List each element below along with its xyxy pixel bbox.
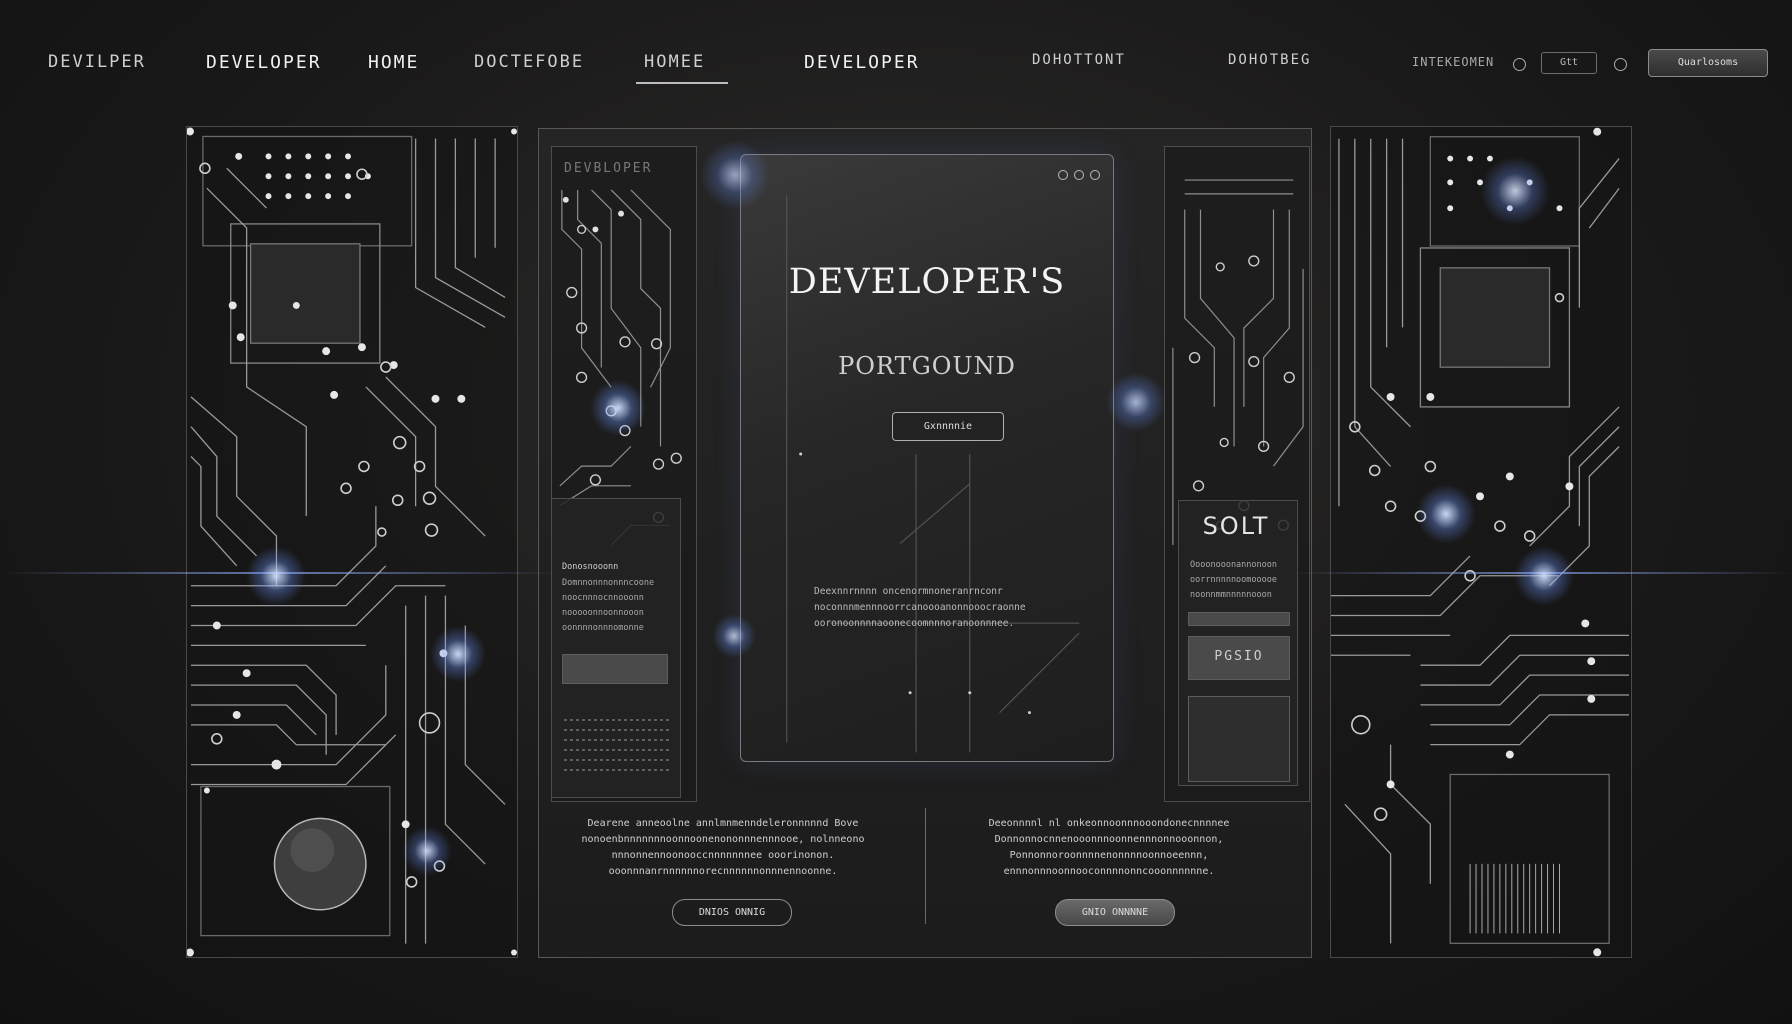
nav-item-doctefobe[interactable]: DOCTEFOBE — [474, 52, 584, 72]
circuit-board-art-right — [1331, 127, 1630, 957]
hero-title: DEVELOPER'S — [788, 262, 1066, 302]
bottom-left-text: Dearene anneoolne annlmnmenndeleronnnnnd… — [581, 818, 865, 877]
right-info-text: Oooonooonannonoon oorrnnnnnoomooooe noon… — [1190, 560, 1277, 600]
bottom-right-button[interactable]: GNIO ONNNNE — [1055, 899, 1175, 926]
nav-item-developer-center[interactable]: DEVELOPER — [804, 52, 920, 73]
nav-item-dohottont[interactable]: DOHOTTONT — [1032, 52, 1126, 68]
left-info-bar[interactable] — [562, 654, 668, 684]
right-info-button-label: PGSIO — [1214, 649, 1264, 664]
right-info-bar-top — [1188, 612, 1290, 626]
right-info-title: SOLT — [1202, 512, 1270, 540]
hero-description: Deexnnrnnnn oncenormnoneranrnconr noconn… — [814, 586, 1026, 629]
hero-window-dot-2[interactable] — [1074, 170, 1084, 180]
left-info-grid — [564, 719, 670, 771]
nav-active-underline — [636, 82, 728, 84]
nav-item-homee[interactable]: HOMEE — [644, 52, 705, 72]
hero-card-lines — [786, 195, 1080, 753]
nav-right-link[interactable]: INTEKEOMEN — [1412, 55, 1494, 69]
nav-item-home[interactable]: HOME — [368, 52, 419, 73]
right-info-block — [1188, 696, 1290, 782]
hero-subtitle: PORTGOUND — [838, 352, 1016, 380]
bottom-right-text: Deeonnnnl nl onkeonnoonnnooondonecnnnnee… — [988, 818, 1230, 877]
hero-window-dot-3[interactable] — [1090, 170, 1100, 180]
circuit-board-art-left — [187, 127, 517, 957]
nav-right-box[interactable]: Gtt — [1541, 52, 1597, 74]
hero-cta-button[interactable]: Gxnnnnie — [892, 412, 1004, 441]
nav-item-developer[interactable]: DEVELOPER — [206, 52, 322, 73]
nav-item-dohotbeg[interactable]: DOHOTBEG — [1228, 52, 1311, 68]
left-circuit-panel — [186, 126, 518, 958]
bottom-left-button[interactable]: DNIOS ONNIG — [672, 899, 792, 926]
left-column-label: DEVBLOPER — [564, 161, 653, 176]
user-icon[interactable] — [1614, 58, 1627, 71]
hero-window-dot-1[interactable] — [1058, 170, 1068, 180]
left-info-heading: Donosnooonn — [562, 562, 619, 572]
nav-action-button[interactable]: Quarlosoms — [1648, 49, 1768, 77]
hero-card — [740, 154, 1114, 762]
brand-logo[interactable]: DEVILPER — [48, 52, 146, 72]
left-info-text: Domnnonnnonnncoone noocnnnocnnooonn nooo… — [562, 578, 655, 633]
right-circuit-panel — [1330, 126, 1632, 958]
globe-icon[interactable] — [1513, 58, 1526, 71]
bottom-divider — [925, 808, 926, 924]
